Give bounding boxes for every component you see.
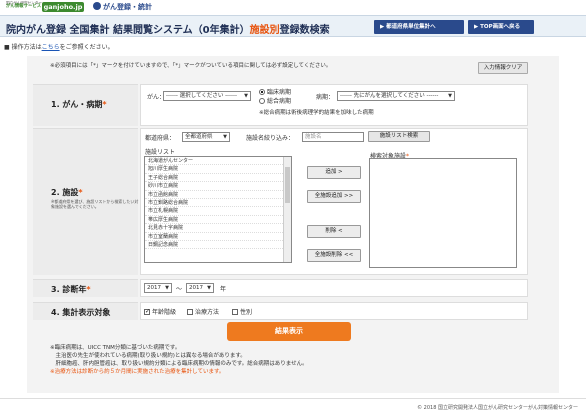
section-3-title: 3. 診断年 (51, 285, 87, 294)
stage-select[interactable]: ------ 先にがんを選択してください ------ ▼ (337, 91, 455, 101)
remove-all-facilities-button[interactable]: 全施設削除 << (307, 249, 361, 262)
facility-list-scrollbar[interactable] (283, 157, 291, 262)
add-all-facilities-button[interactable]: 全施設追加 >> (307, 190, 361, 203)
cancer-select[interactable]: ------ 選択してください ------ ▼ (163, 91, 251, 101)
howto-link[interactable]: こちら (42, 44, 60, 51)
page-title-accent: 施設別 (249, 25, 280, 36)
remove-facility-button[interactable]: 削除 < (307, 225, 361, 238)
radio-checked-icon (259, 89, 265, 95)
checkbox-checked-icon (144, 308, 150, 315)
notes: ※臨床病期は、UICC TNM分類に基づいた病期です。 主治医の先生が使われてい… (50, 344, 308, 376)
chevron-down-icon: ▼ (207, 285, 211, 291)
facility-list-item[interactable]: 市立釧路総合病院 (145, 199, 291, 208)
footer-copyright: © 2018 国立研究開発法人国立がん研究センターがん対策情報センター (417, 405, 578, 411)
radio-clinical-label: 臨床病期 (267, 89, 292, 96)
facility-list-item[interactable]: 市立函館病院 (145, 191, 291, 199)
page-title-main: 院内がん登録 全国集計 結果閲覧システム（0年集計） (6, 25, 250, 36)
chevron-down-icon: ▼ (244, 93, 248, 99)
note-line-1: ※臨床病期は、UICC TNM分類に基づいた病期です。 (50, 345, 181, 351)
year-from-value: 2017 (147, 285, 161, 291)
prefecture-label: 都道府県： (145, 135, 176, 142)
radio-combined-label: 総合病期 (267, 98, 292, 105)
radio-clinical-stage[interactable]: 臨床病期 (259, 87, 291, 96)
facility-instructions: ※都道府県を選び、施設リストから検索したい対象施設を選んでください。 (51, 199, 139, 209)
year-from-select[interactable]: 2017 ▼ (144, 283, 172, 293)
ganjoho-logo[interactable]: ganjoho.jp (42, 2, 84, 12)
page-title: 院内がん登録 全国集計 結果閲覧システム（0年集計）施設別登録数検索 (6, 21, 330, 36)
year-unit: 年 (220, 286, 227, 293)
year-to-select[interactable]: 2017 ▼ (186, 283, 214, 293)
checkbox-unchecked-icon (232, 309, 238, 315)
checkbox-sex-label: 性別 (240, 309, 253, 316)
logo-line-2: がん情報サービス (6, 4, 42, 9)
clear-input-button[interactable]: 入力情報クリア (478, 62, 528, 74)
checkbox-age-group[interactable]: 年齢階級 (144, 307, 176, 316)
section-diagnosis-year-label: 3. 診断年* (33, 279, 138, 297)
required-mark: * (78, 188, 83, 197)
facility-list-item[interactable]: 帯広厚生病院 (145, 216, 291, 225)
facility-list-item[interactable]: 北見赤十字病院 (145, 224, 291, 233)
checkbox-unchecked-icon (187, 309, 193, 315)
required-note: ※必須項目には「*」マークを付けていますので、「*」マークがついている項目に関し… (50, 63, 332, 69)
checkbox-sex[interactable]: 性別 (232, 307, 252, 316)
radio-combined-stage[interactable]: 総合病期 (259, 96, 291, 105)
stage-note: ※総合病期は術後病理学的結果を加味した病期 (259, 110, 374, 116)
scrollbar-thumb[interactable] (285, 167, 290, 203)
target-facility-listbox[interactable] (369, 158, 517, 268)
torokustat-icon (93, 2, 101, 10)
title-bar: 院内がん登録 全国集計 結果閲覧システム（0年集計）施設別登録数検索 ▶ 都道府… (0, 15, 586, 37)
facility-listbox[interactable]: 北海道がんセンター 旭川厚生病院 王子総合病院 砂川市立病院 市立函館病院 市立釧路総合病… (144, 156, 292, 263)
facility-list-item[interactable]: 北海道がんセンター (145, 157, 291, 166)
facility-list-search-button[interactable]: 施設リスト検索 (368, 131, 430, 142)
prefecture-summary-button[interactable]: ▶ 都道府県単位集計へ (374, 20, 464, 34)
howto-prefix: ■ 操作方法は (4, 44, 42, 51)
footer-divider (0, 398, 586, 399)
torokustat-logo[interactable]: がん登録・統計 (93, 2, 152, 12)
howto-text: ■ 操作方法はこちらをご参照ください。 (4, 42, 114, 51)
facility-list-label: 施設リスト (145, 149, 176, 156)
chevron-down-icon: ▼ (448, 93, 452, 99)
required-mark: * (86, 285, 91, 294)
facility-list-item[interactable]: 日鋼記念病院 (145, 241, 291, 250)
note-line-2: 主治医の先生が使われている病期(取り扱い規約)とは異なる場合があります。 (50, 353, 246, 359)
show-results-button[interactable]: 結果表示 (227, 322, 351, 341)
year-range-tilde: ～ (176, 286, 183, 293)
cancer-select-value: ------ 選択してください ------ (166, 93, 237, 99)
facility-list-item[interactable]: 市立室蘭病院 (145, 233, 291, 241)
chevron-down-icon: ▼ (165, 285, 169, 291)
facility-name-input[interactable]: 施設名 (302, 132, 364, 142)
facility-list-item[interactable]: 王子総合病院 (145, 174, 291, 183)
facility-items: 北海道がんセンター 旭川厚生病院 王子総合病院 砂川市立病院 市立函館病院 市立釧路総合病… (145, 157, 291, 250)
facility-list-item[interactable]: 砂川市立病院 (145, 182, 291, 191)
torokustat-label: がん登録・統計 (103, 3, 152, 11)
checkbox-treatment-label: 治療方法 (195, 309, 220, 316)
note-line-4: ※治療方法は診断から約５か月間に実施された治療を集計しています。 (50, 369, 225, 375)
prefecture-select-value: 全都道府県 (185, 134, 213, 140)
checkbox-age-label: 年齢階級 (152, 309, 177, 316)
section-cancer-stage-label: 1. がん・病期* (33, 84, 138, 126)
prefecture-select[interactable]: 全都道府県 ▼ (182, 132, 230, 142)
checkbox-treatment[interactable]: 治療方法 (187, 307, 219, 316)
radio-unchecked-icon (259, 98, 265, 104)
howto-suffix: をご参照ください。 (59, 44, 114, 51)
logo-bar: 国立がん研究センター がん情報サービス ganjoho.jp がん登録・統計 (0, 0, 586, 14)
chevron-down-icon: ▼ (223, 134, 227, 140)
stage-label: 病期： (316, 94, 335, 101)
ganjoho-logo-text[interactable]: 国立がん研究センター がん情報サービス (6, 1, 42, 9)
year-to-value: 2017 (189, 285, 203, 291)
section-facility-label: 2. 施設* ※都道府県を選び、施設リストから検索したい対象施設を選んでください… (33, 128, 138, 275)
back-to-top-button[interactable]: ▶ TOP画面へ戻る (468, 20, 534, 34)
required-mark: * (102, 100, 107, 109)
section-1-title: 1. がん・病期 (51, 100, 103, 109)
facility-list-item[interactable]: 市立札幌病院 (145, 207, 291, 216)
section-2-title: 2. 施設 (51, 188, 79, 197)
section-4-title: 4. 集計表示対象 (51, 308, 111, 317)
note-line-3: 肝細胞癌、肝内胆管癌は、取り扱い規約分類による臨床病期の情報のみです。総合病期は… (50, 361, 308, 367)
facility-list-item[interactable]: 旭川厚生病院 (145, 165, 291, 174)
add-facility-button[interactable]: 追加 > (307, 166, 361, 179)
section-display-target-label: 4. 集計表示対象 (33, 302, 138, 320)
stage-select-value: ------ 先にがんを選択してください ------ (340, 93, 439, 99)
facility-name-label: 施設名絞り込み： (246, 135, 295, 142)
page-title-suffix: 登録数検索 (279, 25, 330, 36)
